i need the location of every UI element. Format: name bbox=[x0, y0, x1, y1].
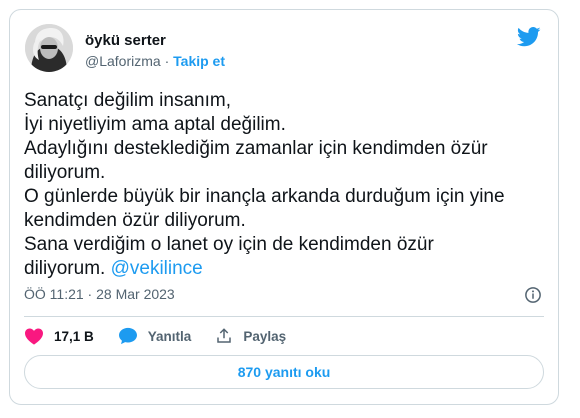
tweet-line: Sana verdiğim o lanet oy için de kendimd… bbox=[24, 234, 434, 255]
avatar-image bbox=[25, 24, 73, 72]
like-count: 17,1 B bbox=[54, 328, 94, 344]
tweet-line: Sanatçı değilim insanım, bbox=[24, 90, 231, 111]
twitter-bird-icon[interactable] bbox=[517, 26, 541, 48]
tweet-line: İyi niyetliyim ama aptal değilim. bbox=[24, 114, 286, 135]
action-bar: 17,1 B Yanıtla Paylaş bbox=[24, 325, 310, 347]
mention-link[interactable]: @vekilince bbox=[111, 258, 203, 279]
tweet-line-text: diliyorum. bbox=[24, 258, 106, 279]
tweet-line: O günlerde büyük bir inançla arkanda dur… bbox=[24, 186, 505, 207]
share-label: Paylaş bbox=[243, 328, 287, 344]
follow-button[interactable]: Takip et bbox=[173, 53, 225, 69]
heart-icon bbox=[25, 328, 43, 345]
reply-bubble-icon bbox=[118, 327, 137, 345]
info-icon[interactable] bbox=[524, 286, 542, 304]
tweet-timestamp[interactable]: ÖÖ 11:21 · 28 Mar 2023 bbox=[24, 286, 175, 302]
tweet-text: Sanatçı değilim insanım, İyi niyetliyim … bbox=[24, 89, 544, 281]
handle-row: @Laforizma · Takip et bbox=[85, 53, 225, 69]
tweet-line: Adaylığını desteklediğim zamanlar için k… bbox=[24, 138, 488, 159]
tweet-card: öykü serter @Laforizma · Takip et Sanatç… bbox=[9, 9, 559, 405]
display-name[interactable]: öykü serter bbox=[85, 32, 166, 49]
tweet-line: kendimden özür diliyorum. bbox=[24, 210, 246, 231]
like-button[interactable]: 17,1 B bbox=[24, 327, 94, 345]
share-button[interactable]: Paylaş bbox=[215, 327, 286, 345]
read-replies-button[interactable]: 870 yanıtı oku bbox=[24, 355, 544, 389]
tweet-line: diliyorum. bbox=[24, 162, 106, 183]
user-handle[interactable]: @Laforizma bbox=[85, 53, 161, 69]
avatar[interactable] bbox=[25, 24, 73, 72]
reply-button[interactable]: Yanıtla bbox=[118, 327, 192, 345]
separator-dot: · bbox=[164, 53, 170, 69]
tweet-line-last: diliyorum. @vekilince bbox=[24, 257, 544, 281]
divider bbox=[24, 316, 544, 317]
reply-label: Yanıtla bbox=[147, 328, 192, 344]
share-icon bbox=[217, 328, 232, 343]
